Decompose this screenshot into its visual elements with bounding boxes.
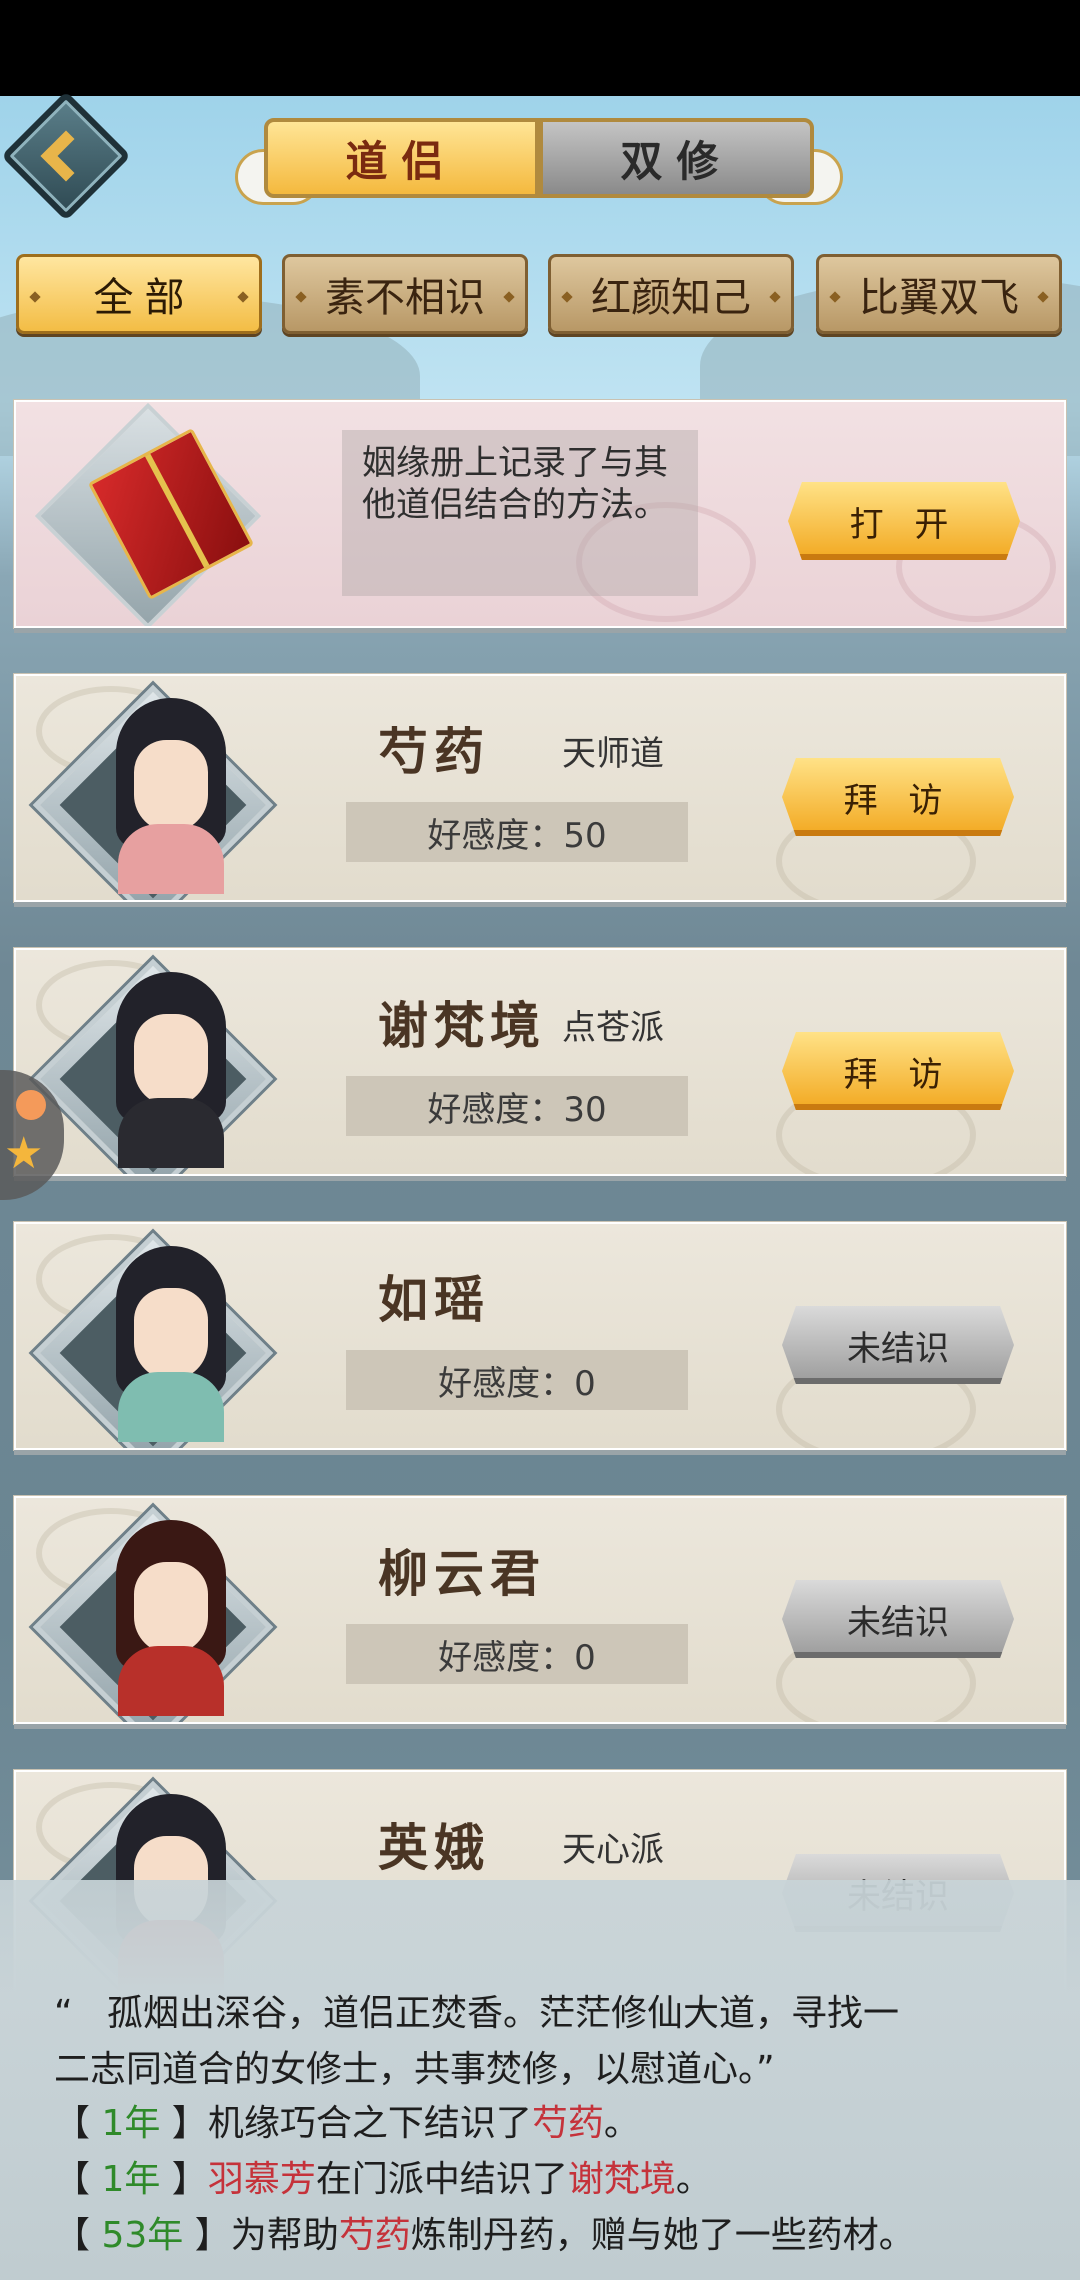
affection-value: 好感度：0 (346, 1350, 688, 1410)
filter-confidants-label: 红颜知己 (591, 276, 751, 320)
companion-portrait (96, 972, 246, 1172)
companion-sect: 天心派 (562, 1830, 664, 1870)
not-met-button[interactable]: 未结识 (782, 1306, 1014, 1384)
companion-card: 谢梵境 点苍派 好感度：30 拜 访 (14, 948, 1066, 1176)
filter-confidants[interactable]: 红颜知己 (548, 254, 794, 334)
intro-text: 姻缘册上记录了与其他道侣结合的方法。 (342, 430, 698, 596)
open-button[interactable]: 打 开 (788, 482, 1020, 560)
companion-sect: 点苍派 (562, 1008, 664, 1048)
filter-strangers[interactable]: 素不相识 (282, 254, 528, 334)
affection-value: 好感度：0 (346, 1624, 688, 1684)
quote-line-2: 二志同道合的女修士，共事焚修，以慰道心。” (54, 2049, 775, 2090)
companion-name: 如瑶 (378, 1270, 490, 1329)
companion-portrait (96, 1246, 246, 1446)
companion-portrait (96, 1520, 246, 1720)
top-tab-bar: 道侣 双修 (264, 118, 814, 198)
story-log-panel: “ 孤烟出深谷，道侣正焚香。茫茫修仙大道，寻找一 二志同道合的女修士，共事焚修，… (0, 1880, 1080, 2280)
status-bar (0, 0, 1080, 96)
marriage-book-card: 姻缘册上记录了与其他道侣结合的方法。 打 开 (14, 400, 1066, 628)
filter-couples[interactable]: 比翼双飞 (816, 254, 1062, 334)
chevron-left-icon (40, 130, 92, 182)
quote-line-1: “ 孤烟出深谷，道侣正焚香。茫茫修仙大道，寻找一 (54, 1993, 900, 2034)
tab-daolv[interactable]: 道侣 (264, 118, 539, 198)
companion-portrait (96, 698, 246, 898)
companion-card: 芍药 天师道 好感度：50 拜 访 (14, 674, 1066, 902)
companion-card: 柳云君 好感度：0 未结识 (14, 1496, 1066, 1724)
orb-icon (16, 1090, 46, 1120)
affection-value: 好感度：30 (346, 1076, 688, 1136)
companion-card: 如瑶 好感度：0 未结识 (14, 1222, 1066, 1450)
companion-sect: 天师道 (562, 734, 664, 774)
log-entry: 【 53年 】为帮助芍药炼制丹药，赠与她了一些药材。 (54, 2215, 915, 2256)
companion-name: 芍药 (378, 722, 490, 781)
affection-value: 好感度：50 (346, 802, 688, 862)
tab-shuangxiu[interactable]: 双修 (539, 118, 814, 198)
visit-button[interactable]: 拜 访 (782, 758, 1014, 836)
companion-name: 谢梵境 (378, 996, 546, 1055)
companion-name: 柳云君 (378, 1544, 546, 1603)
star-icon: ★ (4, 1128, 44, 1179)
visit-button[interactable]: 拜 访 (782, 1032, 1014, 1110)
log-entry: 【 1年 】机缘巧合之下结识了芍药。 (54, 2103, 640, 2144)
companion-name: 英娥 (378, 1818, 490, 1877)
filter-strangers-label: 素不相识 (325, 276, 485, 320)
log-entry: 【 1年 】羽慕芳在门派中结识了谢梵境。 (54, 2159, 712, 2200)
filter-all[interactable]: 全 部 (16, 254, 262, 334)
filter-couples-label: 比翼双飞 (859, 276, 1019, 320)
not-met-button[interactable]: 未结识 (782, 1580, 1014, 1658)
filter-all-label: 全 部 (93, 276, 185, 320)
